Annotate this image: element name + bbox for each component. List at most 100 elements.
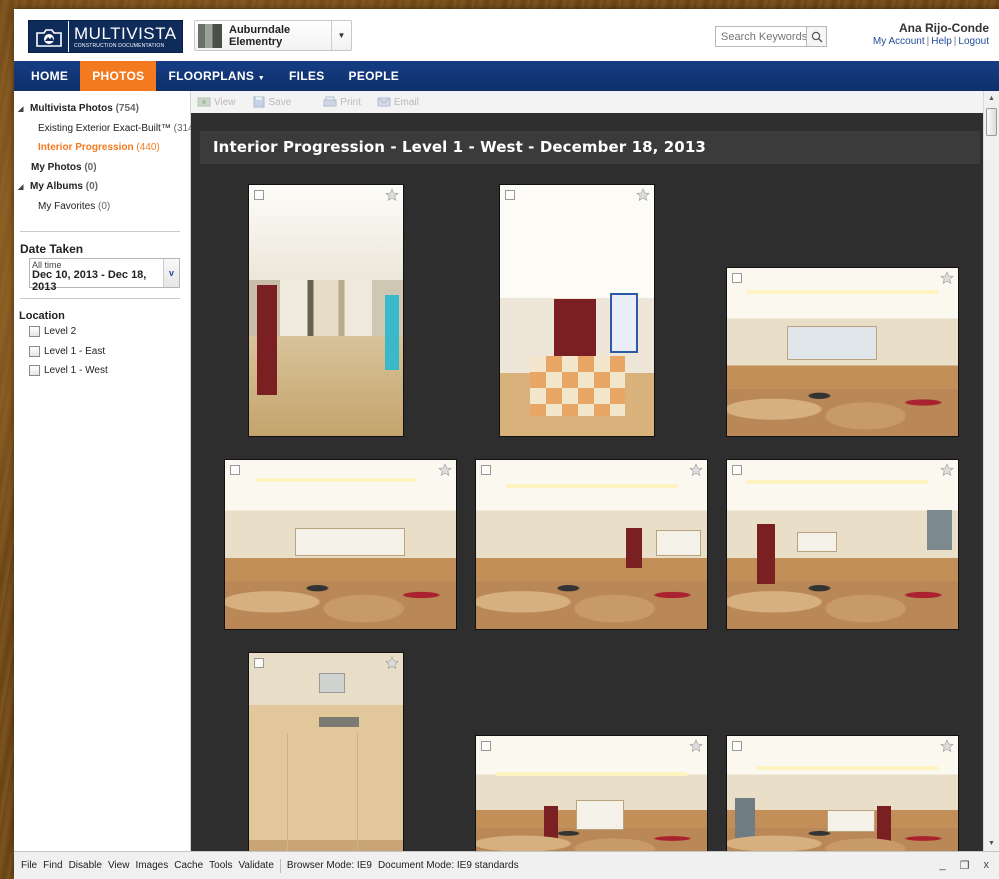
search-input[interactable] [716, 27, 806, 46]
top-header: MULTIVISTA CONSTRUCTION DOCUMENTATION Au… [14, 9, 999, 61]
location-label: Level 1 - West [44, 365, 108, 376]
help-link[interactable]: Help [931, 36, 952, 47]
scroll-up-icon[interactable]: ▲ [984, 91, 999, 106]
developer-tools-bar: File Find Disable View Images Cache Tool… [14, 851, 999, 879]
minimize-icon[interactable]: _ [940, 859, 946, 872]
tree-item-multivista-photos[interactable]: ◢ Multivista Photos (754) [14, 99, 190, 119]
devtools-menu-images[interactable]: Images [135, 860, 168, 871]
star-icon[interactable] [689, 463, 703, 477]
nav-photos[interactable]: PHOTOS [80, 61, 157, 91]
tree-item-count: (0) [84, 161, 97, 173]
nav-floorplans[interactable]: FLOORPLANS ▼ [156, 61, 277, 91]
tree-item-label: Interior Progression [38, 142, 134, 153]
tree-item-my-favorites[interactable]: My Favorites (0) [14, 197, 190, 217]
photo-thumbnail[interactable] [726, 267, 959, 437]
photo-checkbox[interactable] [254, 190, 264, 200]
photo-gallery: Interior Progression - Level 1 - West - … [191, 113, 983, 851]
nav-files[interactable]: FILES [277, 61, 337, 91]
nav-home[interactable]: HOME [14, 61, 80, 91]
star-icon[interactable] [385, 656, 399, 670]
view-button[interactable]: View [197, 96, 236, 108]
nav-people[interactable]: PEOPLE [337, 61, 411, 91]
project-selector[interactable]: Auburndale Elementry ▼ [194, 20, 352, 51]
tree-item-label: Multivista Photos [30, 103, 113, 114]
photo-thumbnail[interactable] [248, 652, 404, 851]
devtools-menu-find[interactable]: Find [43, 860, 62, 871]
location-item-level-2[interactable]: Level 2 [14, 322, 190, 342]
project-thumbnail [198, 23, 222, 48]
my-account-link[interactable]: My Account [873, 36, 925, 47]
star-icon[interactable] [438, 463, 452, 477]
photo-checkbox[interactable] [481, 741, 491, 751]
tree-item-interior-progression[interactable]: Interior Progression (440) [14, 138, 190, 158]
photo-detail [554, 299, 596, 359]
star-icon[interactable] [940, 739, 954, 753]
photo-thumbnail[interactable] [248, 184, 404, 437]
star-icon[interactable] [940, 463, 954, 477]
photo-detail [727, 812, 958, 851]
photo-checkbox[interactable] [732, 273, 742, 283]
print-icon [323, 96, 337, 107]
tree-item-label: My Photos [31, 161, 82, 173]
location-item-level-1-west[interactable]: Level 1 - West [14, 361, 190, 381]
document-mode-menu[interactable]: Document Mode: IE9 standards [378, 860, 519, 871]
scroll-down-icon[interactable]: ▼ [984, 836, 999, 851]
photo-thumbnail[interactable] [475, 735, 708, 851]
star-icon[interactable] [385, 188, 399, 202]
photo-checkbox[interactable] [732, 465, 742, 475]
tree-item-count: (0) [85, 181, 98, 192]
photo-checkbox[interactable] [732, 741, 742, 751]
restore-icon[interactable]: ❐ [960, 859, 970, 872]
photo-thumbnail[interactable] [726, 459, 959, 630]
photo-checkbox[interactable] [254, 658, 264, 668]
photo-thumbnail[interactable] [726, 735, 959, 851]
photo-detail [255, 478, 416, 482]
browser-mode-menu[interactable]: Browser Mode: IE9 [287, 860, 372, 871]
checkbox[interactable] [29, 326, 40, 338]
star-icon[interactable] [636, 188, 650, 202]
photo-thumbnail[interactable] [499, 184, 655, 437]
tree-item-existing-exterior[interactable]: Existing Exterior Exact-Built™ (314) [14, 119, 197, 139]
chevron-down-icon[interactable]: v [163, 259, 179, 287]
search-box [715, 26, 827, 47]
link-separator: | [953, 36, 957, 47]
print-button[interactable]: Print [323, 96, 361, 108]
expand-caret-icon[interactable]: ◢ [18, 100, 30, 120]
date-range-select[interactable]: All time Dec 10, 2013 - Dec 18, 2013 v [29, 258, 180, 293]
vertical-scrollbar[interactable]: ▲ ▼ [983, 91, 999, 851]
email-button[interactable]: Email [377, 96, 419, 108]
checkbox[interactable] [29, 345, 40, 357]
tree-item-my-photos[interactable]: My Photos (0) [14, 158, 190, 178]
devtools-menu-file[interactable]: File [21, 860, 37, 871]
email-label: Email [393, 96, 419, 108]
photo-checkbox[interactable] [230, 465, 240, 475]
devtools-menu-tools[interactable]: Tools [209, 860, 232, 871]
search-button[interactable] [806, 27, 826, 46]
expand-caret-icon[interactable]: ◢ [18, 178, 30, 198]
devtools-menu-validate[interactable]: Validate [239, 860, 274, 871]
photo-detail [530, 356, 625, 416]
sidebar-divider [20, 231, 180, 232]
photo-detail [319, 673, 345, 693]
close-icon[interactable]: x [984, 859, 990, 872]
scrollbar-thumb[interactable] [986, 108, 997, 136]
tree-item-my-albums[interactable]: ◢ My Albums (0) [14, 177, 190, 197]
photo-checkbox[interactable] [505, 190, 515, 200]
photo-thumbnail[interactable] [224, 459, 457, 630]
location-label: Level 2 [44, 326, 77, 337]
location-item-level-1-east[interactable]: Level 1 - East [14, 342, 190, 362]
date-range-value: Dec 10, 2013 - Dec 18, 2013 [32, 269, 147, 293]
main-nav: HOME PHOTOS FLOORPLANS ▼ FILES PEOPLE [14, 61, 999, 91]
photo-thumbnail[interactable] [475, 459, 708, 630]
star-icon[interactable] [689, 739, 703, 753]
save-button[interactable]: Save [252, 96, 291, 108]
chevron-down-icon[interactable]: ▼ [331, 21, 351, 50]
devtools-menu-disable[interactable]: Disable [69, 860, 102, 871]
devtools-menu-view[interactable]: View [108, 860, 130, 871]
photo-checkbox[interactable] [481, 465, 491, 475]
checkbox[interactable] [29, 365, 40, 377]
multivista-logo[interactable]: MULTIVISTA CONSTRUCTION DOCUMENTATION [28, 20, 183, 53]
star-icon[interactable] [940, 271, 954, 285]
devtools-menu-cache[interactable]: Cache [174, 860, 203, 871]
logout-link[interactable]: Logout [958, 36, 989, 47]
